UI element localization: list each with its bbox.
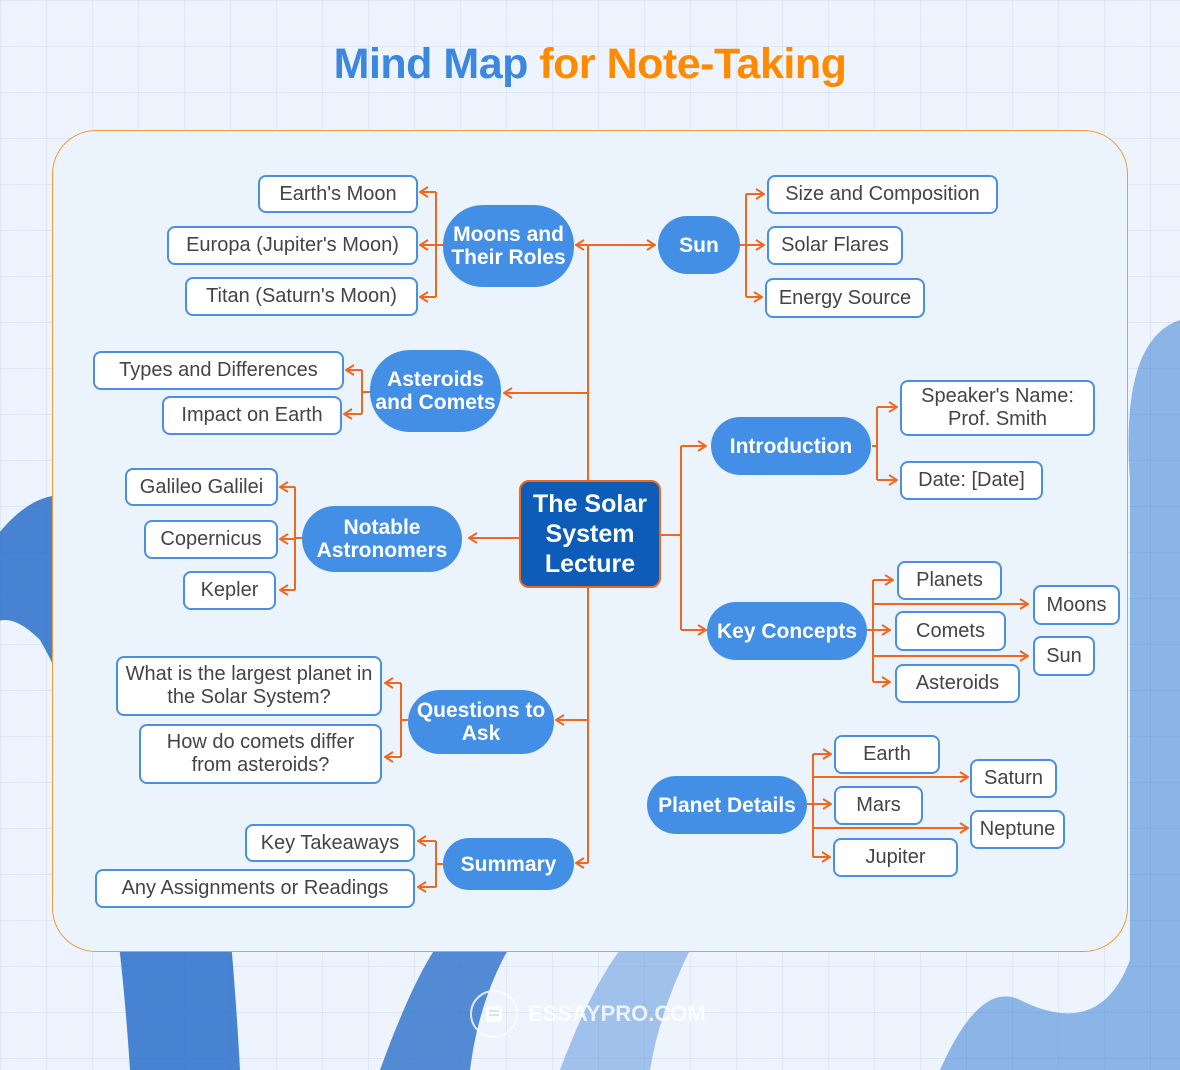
leaf-kepler[interactable]: Kepler	[183, 571, 276, 610]
leaf-copernicus[interactable]: Copernicus	[144, 520, 278, 559]
leaf-europa[interactable]: Europa (Jupiter's Moon)	[167, 226, 418, 265]
leaf-earths-moon[interactable]: Earth's Moon	[258, 175, 418, 213]
title-part-1: Mind Map	[333, 40, 529, 88]
node-notable-astronomers[interactable]: Notable Astronomers	[302, 506, 462, 572]
leaf-key-takeaways[interactable]: Key Takeaways	[245, 824, 415, 862]
leaf-speaker-name[interactable]: Speaker's Name: Prof. Smith	[900, 380, 1095, 436]
watermark: ESSAYPRO.COM	[470, 990, 706, 1038]
leaf-neptune[interactable]: Neptune	[970, 810, 1065, 849]
node-planet-details[interactable]: Planet Details	[647, 776, 807, 834]
node-asteroids-and-comets[interactable]: Asteroids and Comets	[370, 350, 501, 432]
leaf-assignments-readings[interactable]: Any Assignments or Readings	[95, 869, 415, 908]
node-questions-to-ask[interactable]: Questions to Ask	[408, 690, 554, 754]
node-key-concepts[interactable]: Key Concepts	[707, 602, 867, 660]
leaf-largest-planet-question[interactable]: What is the largest planet in the Solar …	[116, 656, 382, 716]
page-title: Mind Map for Note-Taking	[0, 40, 1180, 89]
title-part-2: for Note-Taking	[539, 40, 847, 88]
leaf-galileo[interactable]: Galileo Galilei	[125, 468, 278, 506]
leaf-earth[interactable]: Earth	[834, 735, 940, 774]
leaf-comets[interactable]: Comets	[895, 611, 1006, 651]
leaf-solar-flares[interactable]: Solar Flares	[767, 226, 903, 265]
leaf-moons[interactable]: Moons	[1033, 585, 1120, 625]
notepad-icon	[470, 990, 518, 1038]
leaf-mars[interactable]: Mars	[834, 786, 923, 825]
leaf-types-and-differences[interactable]: Types and Differences	[93, 351, 344, 390]
leaf-comets-vs-asteroids-question[interactable]: How do comets differ from asteroids?	[139, 724, 382, 784]
node-summary[interactable]: Summary	[443, 838, 574, 890]
leaf-jupiter[interactable]: Jupiter	[833, 838, 958, 877]
leaf-asteroids[interactable]: Asteroids	[895, 664, 1020, 703]
leaf-size-and-composition[interactable]: Size and Composition	[767, 175, 998, 214]
central-topic[interactable]: The Solar System Lecture	[519, 480, 661, 588]
leaf-planets[interactable]: Planets	[897, 561, 1002, 600]
leaf-titan[interactable]: Titan (Saturn's Moon)	[185, 277, 418, 316]
leaf-sun[interactable]: Sun	[1033, 636, 1095, 676]
leaf-energy-source[interactable]: Energy Source	[765, 278, 925, 318]
node-sun[interactable]: Sun	[658, 216, 740, 274]
leaf-saturn[interactable]: Saturn	[970, 759, 1057, 798]
leaf-impact-on-earth[interactable]: Impact on Earth	[162, 396, 342, 435]
leaf-date[interactable]: Date: [Date]	[900, 461, 1043, 500]
node-moons-and-their-roles[interactable]: Moons and Their Roles	[443, 205, 574, 287]
watermark-text: ESSAYPRO.COM	[528, 1001, 706, 1026]
node-introduction[interactable]: Introduction	[711, 417, 871, 475]
